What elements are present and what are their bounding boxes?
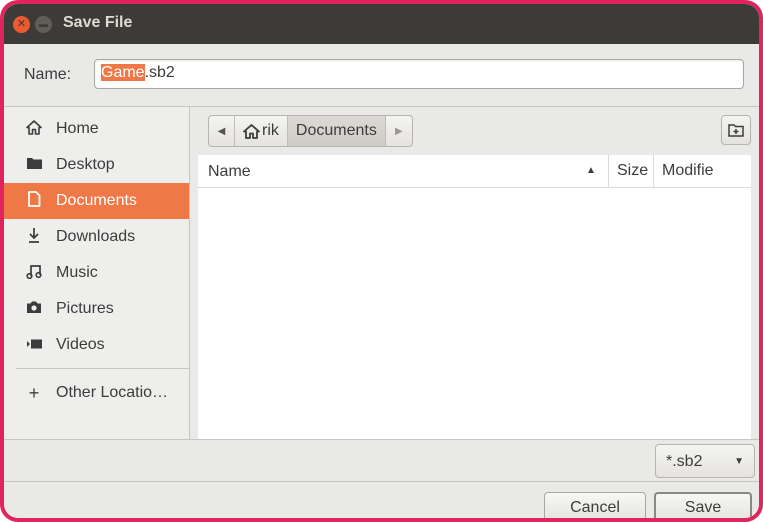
action-bar: Cancel Save <box>4 481 759 518</box>
chevron-right-icon: ▶ <box>394 125 403 137</box>
filename-selected-text: Game <box>101 64 145 81</box>
document-icon <box>24 191 44 211</box>
content-area: Home Desktop Documents Downloads Music P… <box>4 106 759 440</box>
path-segment-label: rik <box>262 122 279 139</box>
close-icon[interactable]: ✕ <box>13 16 30 33</box>
sidebar-item-downloads[interactable]: Downloads <box>4 219 189 255</box>
sidebar-item-label: Music <box>56 264 98 281</box>
save-file-dialog: ✕ ▬ Save File Name: Game.sb2 Home Deskto… <box>0 0 763 522</box>
folder-icon <box>24 156 44 174</box>
path-scroll-left-button[interactable]: ◀ <box>209 116 235 146</box>
minimize-icon[interactable]: ▬ <box>35 16 52 33</box>
filename-rest-text: .sb2 <box>144 64 175 81</box>
file-list[interactable]: Name ▲ Size Modifie <box>198 155 751 440</box>
filter-row: *.sb2 ▼ <box>4 439 759 482</box>
music-icon <box>24 264 44 283</box>
video-icon <box>24 337 44 354</box>
file-type-filter-select[interactable]: *.sb2 ▼ <box>655 444 755 478</box>
sidebar-item-label: Downloads <box>56 228 136 245</box>
new-folder-icon <box>728 124 744 137</box>
column-header-name[interactable]: Name <box>208 163 251 181</box>
file-list-header: Name ▲ Size Modifie <box>198 155 751 188</box>
sidebar-item-label: Desktop <box>56 156 115 173</box>
path-segment-label: Documents <box>295 122 377 139</box>
file-browser: ◀ rik Documents ▶ Name ▲ Size Modifie <box>190 107 759 440</box>
column-header-modified[interactable]: Modifie <box>653 155 738 187</box>
name-label: Name: <box>24 66 72 83</box>
sidebar-item-pictures[interactable]: Pictures <box>4 291 189 327</box>
places-sidebar: Home Desktop Documents Downloads Music P… <box>4 107 190 440</box>
sidebar-item-documents[interactable]: Documents <box>4 183 189 219</box>
sidebar-item-label: Other Locatio… <box>56 384 169 401</box>
chevron-down-icon: ▼ <box>734 456 744 467</box>
save-button[interactable]: Save <box>654 492 752 518</box>
plus-icon: + <box>28 382 40 403</box>
filename-input[interactable]: Game.sb2 <box>94 59 744 89</box>
sidebar-item-label: Home <box>56 120 99 137</box>
download-icon <box>24 227 44 247</box>
sidebar-item-other-locations[interactable]: + Other Locatio… <box>4 375 189 411</box>
new-folder-button[interactable] <box>721 115 751 145</box>
sidebar-item-label: Documents <box>56 192 137 209</box>
home-icon <box>243 123 260 139</box>
sidebar-item-home[interactable]: Home <box>4 111 189 147</box>
sidebar-item-label: Videos <box>56 336 105 353</box>
title-bar[interactable]: ✕ ▬ Save File <box>4 4 759 44</box>
path-segment-documents[interactable]: Documents <box>287 116 386 146</box>
sidebar-divider <box>16 368 189 369</box>
filter-selected-value: *.sb2 <box>666 453 703 470</box>
sidebar-item-videos[interactable]: Videos <box>4 327 189 363</box>
name-row: Name: Game.sb2 <box>4 44 759 106</box>
chevron-left-icon: ◀ <box>217 125 226 137</box>
sidebar-item-music[interactable]: Music <box>4 255 189 291</box>
window-title: Save File <box>63 14 133 31</box>
sidebar-item-desktop[interactable]: Desktop <box>4 147 189 183</box>
cancel-button[interactable]: Cancel <box>544 492 646 518</box>
path-scroll-right-button[interactable]: ▶ <box>386 116 412 146</box>
sort-ascending-icon: ▲ <box>586 165 596 176</box>
camera-icon <box>24 300 44 318</box>
column-header-size[interactable]: Size <box>608 155 648 187</box>
sidebar-item-label: Pictures <box>56 300 114 317</box>
home-icon <box>24 119 44 139</box>
path-bar: ◀ rik Documents ▶ <box>208 115 413 147</box>
path-segment-home[interactable]: rik <box>235 116 288 146</box>
